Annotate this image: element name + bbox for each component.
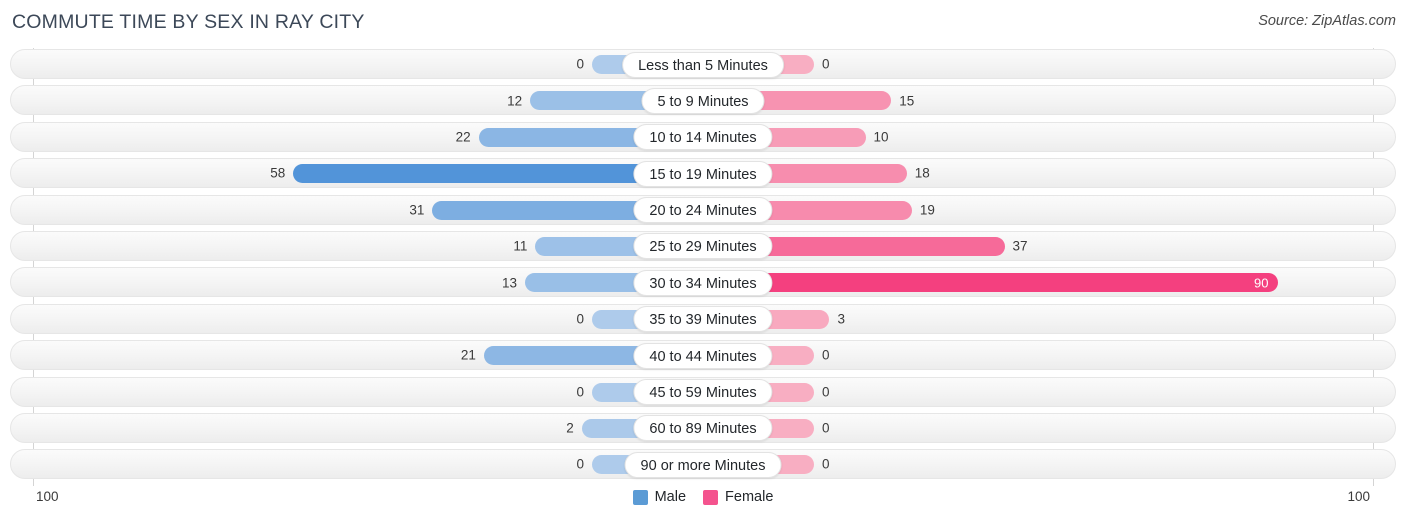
value-label-female: 90 [1254, 275, 1269, 291]
bar-row: 2 0 60 to 89 Minutes [0, 410, 1406, 446]
category-label-pill[interactable]: 20 to 24 Minutes [633, 197, 773, 224]
value-label-male: 2 [566, 420, 574, 436]
chart-plot-area: 0 0 Less than 5 Minutes 12 15 5 to 9 Minutes 2… [0, 46, 1406, 486]
value-label-female: 18 [914, 165, 930, 181]
bar-male[interactable] [293, 164, 660, 184]
bar-male[interactable] [432, 200, 660, 220]
bar-row: 90 13 30 to 34 Minutes [0, 264, 1406, 300]
bar-row: 21 0 40 to 44 Minutes [0, 337, 1406, 373]
value-label-male: 0 [576, 384, 584, 400]
bar-row: 31 19 20 to 24 Minutes [0, 192, 1406, 228]
bar-row: 58 18 15 to 19 Minutes [0, 155, 1406, 191]
value-label-female: 0 [822, 456, 830, 472]
category-label-pill[interactable]: 30 to 34 Minutes [633, 269, 773, 296]
legend-label-male: Male [654, 489, 687, 505]
bar-female[interactable] [746, 236, 1005, 256]
value-label-female: 0 [822, 420, 830, 436]
value-label-female: 37 [1012, 238, 1028, 254]
value-label-male: 31 [409, 202, 425, 218]
category-label-pill[interactable]: 90 or more Minutes [624, 451, 782, 478]
value-label-male: 0 [576, 456, 584, 472]
value-label-male: 58 [270, 165, 286, 181]
bar-row: 12 15 5 to 9 Minutes [0, 82, 1406, 118]
category-label-pill[interactable]: 10 to 14 Minutes [633, 124, 773, 151]
bar-row: 22 10 10 to 14 Minutes [0, 119, 1406, 155]
category-label-pill[interactable]: Less than 5 Minutes [622, 51, 784, 78]
value-label-female: 15 [899, 93, 915, 109]
bar-female[interactable]: 90 [746, 273, 1278, 293]
legend-swatch-female-icon [703, 489, 719, 505]
page-title: COMMUTE TIME BY SEX IN RAY CITY [12, 11, 365, 33]
bar-rows: 0 0 Less than 5 Minutes 12 15 5 to 9 Minutes 2… [0, 46, 1406, 483]
category-label-pill[interactable]: 45 to 59 Minutes [633, 379, 773, 406]
legend-item-female[interactable]: Female [703, 489, 773, 505]
bar-row: 0 3 35 to 39 Minutes [0, 301, 1406, 337]
category-label-pill[interactable]: 15 to 19 Minutes [633, 160, 773, 187]
value-label-female: 0 [822, 56, 830, 72]
chart-footer: 100 100 Male Female [0, 486, 1406, 523]
category-label-pill[interactable]: 60 to 89 Minutes [633, 415, 773, 442]
bar-female[interactable] [746, 91, 892, 111]
value-label-female: 0 [822, 347, 830, 363]
bar-row: 0 0 Less than 5 Minutes [0, 46, 1406, 82]
value-label-male: 0 [576, 311, 584, 327]
bar-row: 0 0 90 or more Minutes [0, 446, 1406, 482]
source-attribution: Source: ZipAtlas.com [1258, 13, 1396, 29]
value-label-male: 0 [576, 56, 584, 72]
legend-label-female: Female [725, 489, 774, 505]
category-label-pill[interactable]: 35 to 39 Minutes [633, 306, 773, 333]
category-label-pill[interactable]: 40 to 44 Minutes [633, 342, 773, 369]
legend-item-male[interactable]: Male [632, 489, 687, 505]
legend-swatch-male-icon [632, 489, 648, 505]
value-label-male: 21 [460, 347, 476, 363]
chart-header: COMMUTE TIME BY SEX IN RAY CITY Source: … [0, 0, 1406, 46]
value-label-female: 19 [919, 202, 935, 218]
category-label-pill[interactable]: 25 to 29 Minutes [633, 233, 773, 260]
value-label-female: 10 [873, 129, 889, 145]
chart-legend: Male Female [0, 489, 1406, 505]
value-label-female: 0 [822, 384, 830, 400]
category-label-pill[interactable]: 5 to 9 Minutes [641, 87, 765, 114]
value-label-male: 13 [502, 275, 518, 291]
bar-row: 11 37 25 to 29 Minutes [0, 228, 1406, 264]
value-label-male: 11 [513, 238, 528, 254]
bar-row: 0 0 45 to 59 Minutes [0, 374, 1406, 410]
value-label-female: 3 [837, 311, 845, 327]
value-label-male: 12 [507, 93, 523, 109]
value-label-male: 22 [455, 129, 471, 145]
